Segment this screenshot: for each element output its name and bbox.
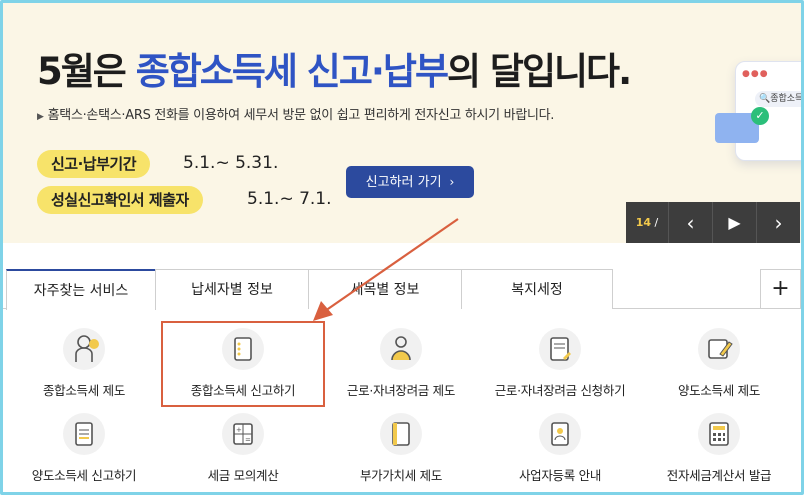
pointer-arrow [313,218,459,321]
page-frame: 5월은 종합소득세 신고·납부의 달입니다. ▶ 홈택스·손택스·ARS 전화를 … [0,0,804,495]
